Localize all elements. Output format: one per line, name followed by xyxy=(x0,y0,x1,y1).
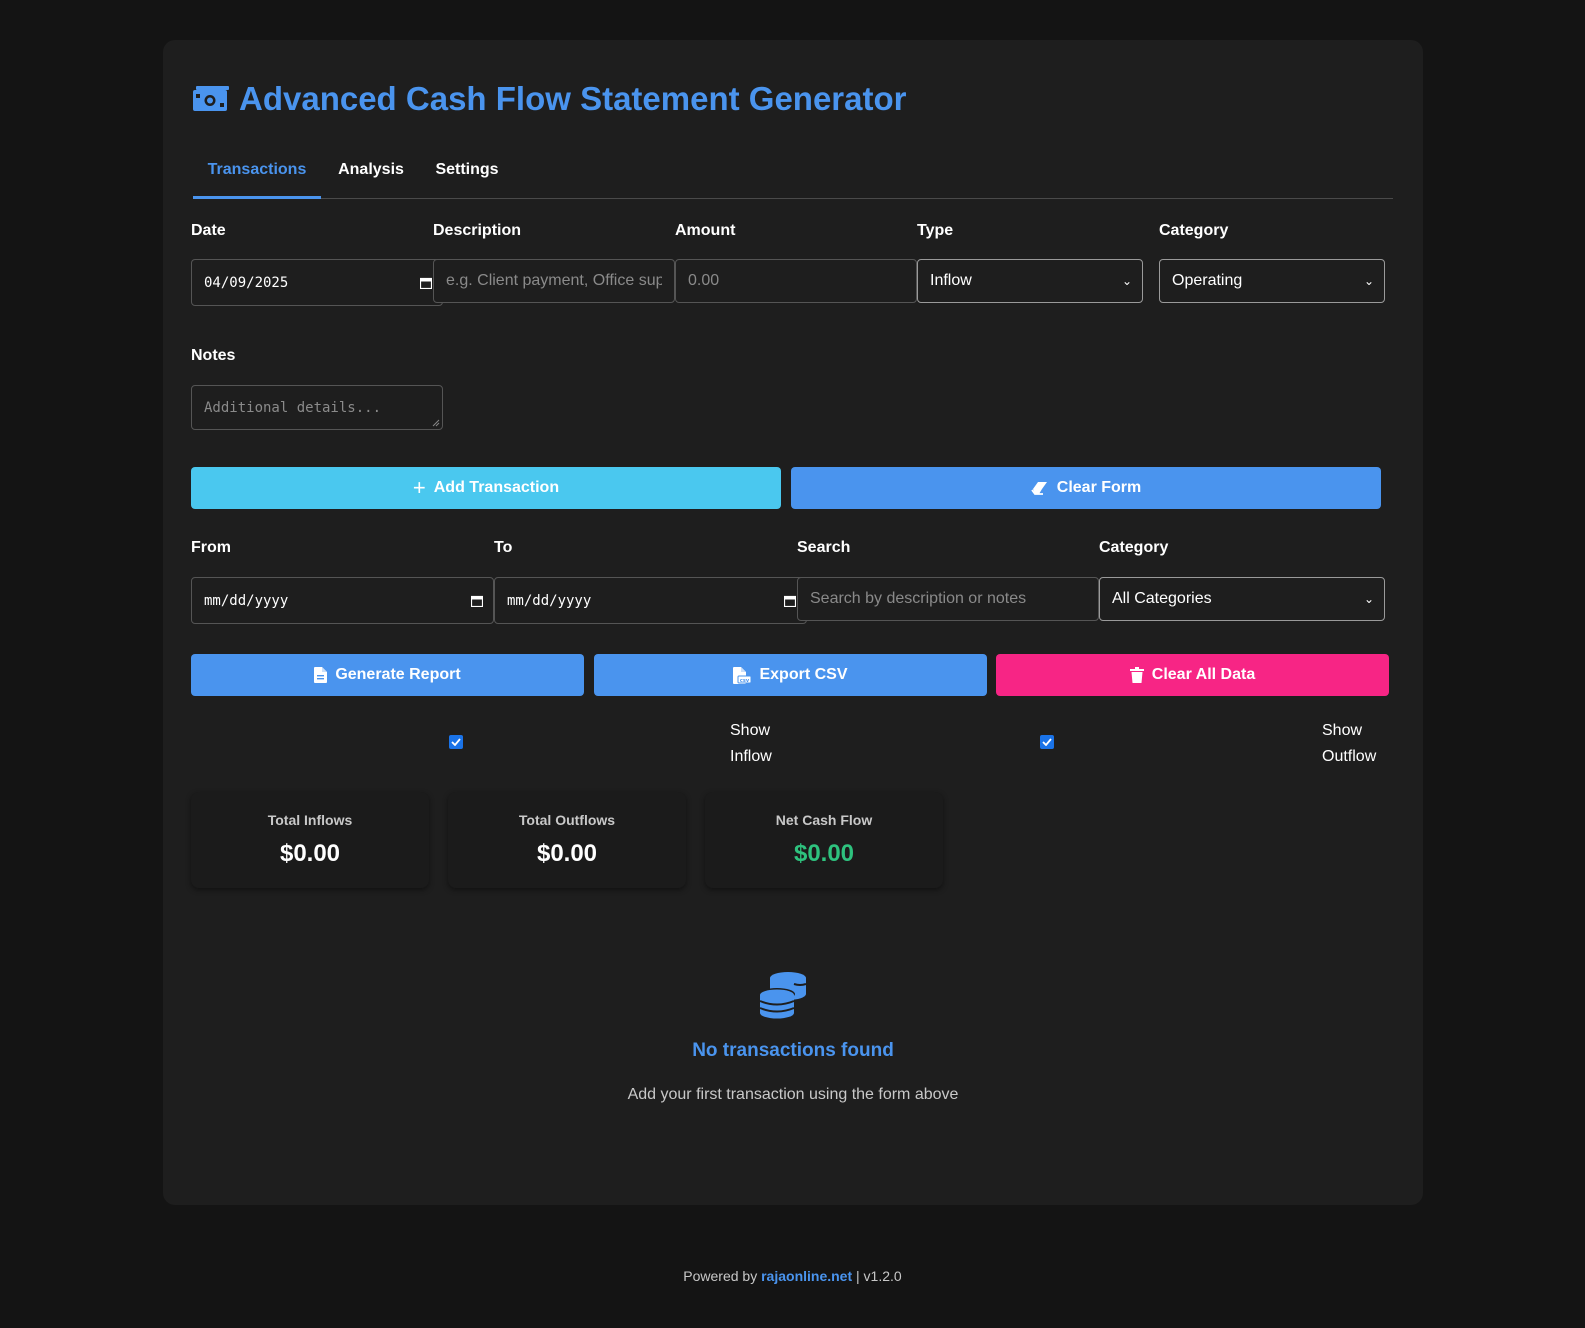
file-csv-icon: csv xyxy=(733,666,752,684)
amount-input[interactable]: 0.00 xyxy=(675,259,917,303)
page-title: Advanced Cash Flow Statement Generator xyxy=(239,80,907,117)
add-transaction-button[interactable]: + Add Transaction xyxy=(191,467,781,509)
show-inflow-label[interactable]: Show Inflow xyxy=(730,718,772,770)
footer: Powered by rajaonline.net | v1.2.0 xyxy=(0,1268,1585,1284)
tab-transactions[interactable]: Transactions xyxy=(193,155,321,199)
net-cash-flow-label: Net Cash Flow xyxy=(775,812,873,828)
search-label: Search xyxy=(797,539,851,556)
amount-label: Amount xyxy=(675,222,736,239)
tab-bar: Transactions Analysis Settings xyxy=(193,155,1393,199)
export-csv-label: Export CSV xyxy=(759,666,848,683)
show-inflow-checkbox[interactable] xyxy=(449,735,463,749)
description-placeholder: e.g. Client payment, Office supp xyxy=(446,272,662,289)
total-inflows-label: Total Inflows xyxy=(267,812,353,828)
notes-textarea[interactable]: Additional details... xyxy=(191,385,443,430)
notes-placeholder: Additional details... xyxy=(204,399,382,416)
empty-state-subtitle: Add your first transaction using the for… xyxy=(627,1086,959,1103)
footer-version: | v1.2.0 xyxy=(856,1268,902,1284)
to-date-value: mm/dd/yyyy xyxy=(507,592,592,609)
show-outflow-checkbox[interactable] xyxy=(1040,735,1054,749)
to-date-input[interactable]: mm/dd/yyyy xyxy=(494,577,807,624)
empty-state-title: No transactions found xyxy=(692,1040,894,1061)
category-label: Category xyxy=(1159,222,1229,239)
chevron-down-icon: ⌄ xyxy=(1363,592,1374,606)
description-label: Description xyxy=(433,222,522,239)
amount-placeholder: 0.00 xyxy=(688,272,720,289)
filter-category-select[interactable]: All Categories ⌄ xyxy=(1099,577,1385,621)
chevron-down-icon: ⌄ xyxy=(1121,274,1132,288)
generate-report-label: Generate Report xyxy=(335,666,461,683)
from-date-value: mm/dd/yyyy xyxy=(204,592,289,609)
date-input[interactable]: 04/09/2025 xyxy=(191,259,443,306)
category-select[interactable]: Operating ⌄ xyxy=(1159,259,1385,303)
export-csv-button[interactable]: csv Export CSV xyxy=(594,654,987,696)
trash-icon xyxy=(1129,667,1144,683)
date-label: Date xyxy=(191,222,226,239)
type-select[interactable]: Inflow ⌄ xyxy=(917,259,1143,303)
search-placeholder: Search by description or notes xyxy=(810,590,1027,607)
check-icon xyxy=(451,738,461,746)
description-input[interactable]: e.g. Client payment, Office supp xyxy=(433,259,675,303)
total-inflows-value: $0.00 xyxy=(279,840,341,867)
plus-icon: + xyxy=(412,475,426,500)
notes-label: Notes xyxy=(191,347,236,364)
net-cash-flow-value: $0.00 xyxy=(793,840,855,867)
footer-prefix: Powered by xyxy=(683,1268,758,1284)
filter-category-label: Category xyxy=(1099,539,1169,556)
show-outflow-label[interactable]: Show Outflow xyxy=(1322,718,1376,770)
type-label: Type xyxy=(917,222,954,239)
from-date-input[interactable]: mm/dd/yyyy xyxy=(191,577,494,624)
money-bill-icon xyxy=(193,86,229,111)
total-outflows-card: Total Outflows $0.00 xyxy=(448,792,686,888)
check-icon xyxy=(1042,738,1052,746)
tab-analysis[interactable]: Analysis xyxy=(321,155,421,199)
file-icon xyxy=(314,667,328,683)
total-outflows-value: $0.00 xyxy=(536,840,598,867)
filter-category-value: All Categories xyxy=(1112,590,1212,607)
main-card: Advanced Cash Flow Statement Generator T… xyxy=(163,40,1423,1205)
from-label: From xyxy=(191,539,231,556)
net-cash-flow-card: Net Cash Flow $0.00 xyxy=(705,792,943,888)
to-label: To xyxy=(494,539,513,556)
date-value: 04/09/2025 xyxy=(204,274,289,291)
category-value: Operating xyxy=(1172,272,1243,289)
search-input[interactable]: Search by description or notes xyxy=(797,577,1099,621)
header: Advanced Cash Flow Statement Generator xyxy=(193,80,907,118)
resize-handle-icon[interactable] xyxy=(432,419,440,427)
clear-form-label: Clear Form xyxy=(1056,479,1142,496)
chevron-down-icon: ⌄ xyxy=(1363,274,1374,288)
calendar-icon[interactable] xyxy=(471,595,483,607)
calendar-icon[interactable] xyxy=(420,277,432,289)
total-inflows-card: Total Inflows $0.00 xyxy=(191,792,429,888)
tab-settings[interactable]: Settings xyxy=(421,155,513,199)
total-outflows-label: Total Outflows xyxy=(518,812,616,828)
clear-form-button[interactable]: Clear Form xyxy=(791,467,1381,509)
calendar-icon[interactable] xyxy=(784,595,796,607)
coins-icon xyxy=(759,972,807,1019)
eraser-icon xyxy=(1031,482,1047,495)
add-transaction-label: Add Transaction xyxy=(433,479,560,496)
clear-all-data-button[interactable]: Clear All Data xyxy=(996,654,1389,696)
clear-all-data-label: Clear All Data xyxy=(1151,666,1256,683)
footer-link[interactable]: rajaonline.net xyxy=(761,1268,852,1284)
generate-report-button[interactable]: Generate Report xyxy=(191,654,584,696)
type-value: Inflow xyxy=(930,272,972,289)
svg-text:csv: csv xyxy=(740,677,750,683)
